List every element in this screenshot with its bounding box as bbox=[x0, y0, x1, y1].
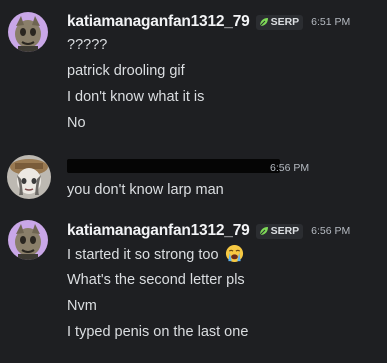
redacted-username bbox=[67, 159, 280, 173]
message-header: katiamanaganfan1312_79 SERP 6:56 PM bbox=[67, 221, 350, 241]
username[interactable]: katiamanaganfan1312_79 bbox=[67, 13, 250, 31]
message-text[interactable]: I typed penis on the last one bbox=[67, 322, 248, 342]
message-header: 6:56 PM bbox=[67, 158, 309, 178]
avatar[interactable] bbox=[8, 220, 48, 260]
chat-messages: katiamanaganfan1312_79 SERP 6:51 PM ????… bbox=[0, 0, 387, 363]
message-text[interactable]: you don't know larp man bbox=[67, 180, 224, 200]
message-text: I started it so strong too bbox=[67, 247, 219, 263]
timestamp[interactable]: 6:56 PM bbox=[311, 225, 350, 237]
message-line[interactable]: I started it so strong too bbox=[67, 244, 244, 264]
avatar[interactable] bbox=[8, 12, 48, 52]
leaf-icon bbox=[259, 227, 268, 236]
message-text[interactable]: Nvm bbox=[67, 296, 97, 316]
server-tag-label: SERP bbox=[270, 16, 300, 28]
message-text[interactable]: What's the second letter pls bbox=[67, 270, 245, 290]
message-text[interactable]: patrick drooling gif bbox=[67, 61, 185, 81]
avatar[interactable] bbox=[7, 155, 51, 199]
timestamp[interactable]: 6:56 PM bbox=[270, 162, 309, 174]
message-header: katiamanaganfan1312_79 SERP 6:51 PM bbox=[67, 12, 350, 32]
leaf-icon bbox=[259, 18, 268, 27]
server-tag[interactable]: SERP bbox=[255, 223, 304, 239]
message-text[interactable]: I don't know what it is bbox=[67, 87, 204, 107]
timestamp[interactable]: 6:51 PM bbox=[311, 16, 350, 28]
server-tag[interactable]: SERP bbox=[255, 14, 304, 30]
username[interactable]: katiamanaganfan1312_79 bbox=[67, 222, 250, 240]
message-text[interactable]: ????? bbox=[67, 35, 107, 55]
server-tag-label: SERP bbox=[270, 225, 300, 237]
loudly-crying-face-emoji bbox=[225, 244, 243, 263]
message-text[interactable]: No bbox=[67, 113, 86, 133]
